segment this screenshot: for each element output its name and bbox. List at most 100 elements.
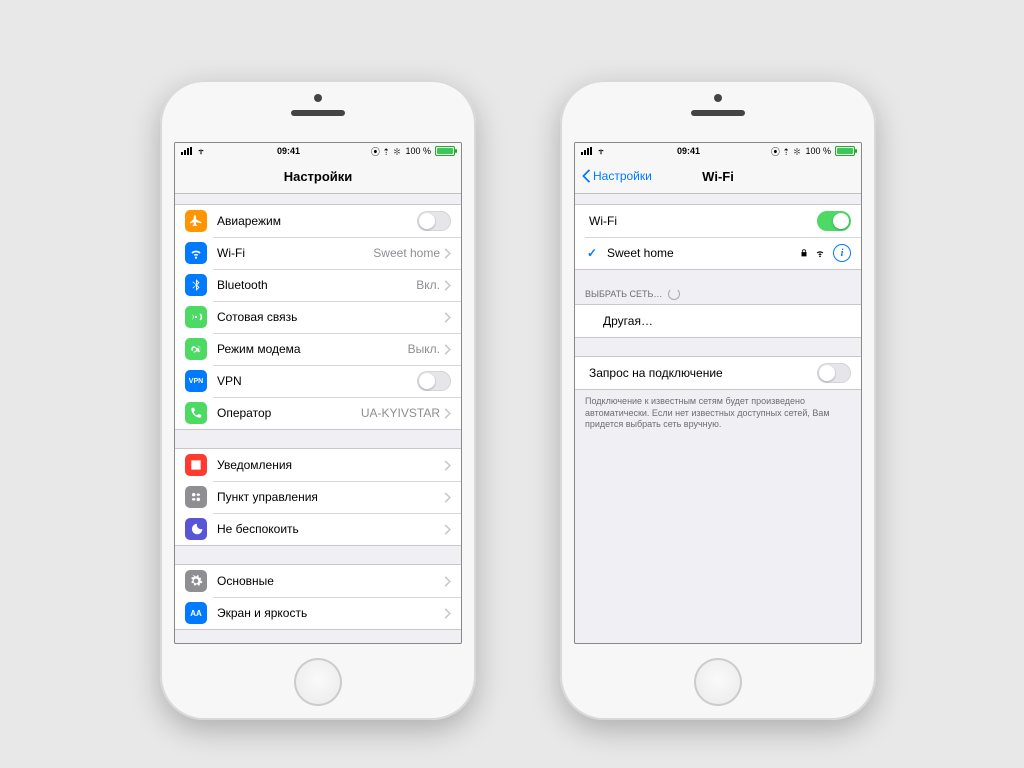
row-cellular[interactable]: Сотовая связь (175, 301, 461, 333)
airplane-icon (185, 210, 207, 232)
vpn-switch[interactable] (417, 371, 451, 391)
row-general[interactable]: Основные (175, 565, 461, 597)
page-title: Wi-Fi (702, 169, 734, 184)
cellular-icon (185, 306, 207, 328)
back-button[interactable]: Настройки (581, 169, 652, 183)
wifi-main-group: Wi-Fi ✓ Sweet home i (575, 204, 861, 270)
wifi-content: Wi-Fi ✓ Sweet home i ВЫБРАТЬ СЕТЬ… (575, 194, 861, 643)
navbar-settings: Настройки (175, 159, 461, 194)
row-value: Вкл. (416, 278, 440, 292)
settings-group-general: Основные AA Экран и яркость (175, 564, 461, 630)
home-button[interactable] (694, 658, 742, 706)
chevron-right-icon (444, 408, 451, 419)
chevron-right-icon (444, 248, 451, 259)
battery-text: 100 % (805, 146, 831, 156)
battery-icon (835, 146, 855, 156)
wifi-settings-icon (185, 242, 207, 264)
chevron-right-icon (444, 608, 451, 619)
iphone-device-right: 09:41 ⦿ ⇡ ✽ 100 % Настройки Wi-Fi Wi-Fi (560, 80, 876, 720)
chevron-right-icon (444, 492, 451, 503)
battery-icon (435, 146, 455, 156)
display-icon: AA (185, 602, 207, 624)
status-time: 09:41 (277, 146, 300, 156)
row-label: Режим модема (217, 342, 408, 356)
settings-group-notifications: Уведомления Пункт управления (175, 448, 461, 546)
info-button[interactable]: i (833, 244, 851, 262)
chevron-right-icon (444, 312, 451, 323)
chevron-right-icon (444, 344, 451, 355)
chevron-right-icon (444, 460, 451, 471)
dnd-moon-icon (185, 518, 207, 540)
row-airplane[interactable]: Авиарежим (175, 205, 461, 237)
vpn-icon: VPN (185, 370, 207, 392)
row-other-network[interactable]: Другая… (575, 305, 861, 337)
airplane-switch[interactable] (417, 211, 451, 231)
chevron-right-icon (444, 280, 451, 291)
status-indicators-icon: ⦿ ⇡ ✽ (371, 145, 402, 158)
row-ask-to-join[interactable]: Запрос на подключение (575, 357, 861, 389)
row-hotspot[interactable]: Режим модема Выкл. (175, 333, 461, 365)
row-value: Выкл. (408, 342, 440, 356)
row-wifi-toggle[interactable]: Wi-Fi (575, 205, 861, 237)
row-label: Уведомления (217, 458, 444, 472)
row-bluetooth[interactable]: Bluetooth Вкл. (175, 269, 461, 301)
settings-group-connectivity: Авиарежим Wi-Fi Sweet home (175, 204, 461, 430)
ask-to-join-footer: Подключение к известным сетям будет прои… (575, 390, 861, 437)
row-label: Экран и яркость (217, 606, 444, 620)
row-label: Пункт управления (217, 490, 444, 504)
page-title: Настройки (284, 169, 353, 184)
row-label: Bluetooth (217, 278, 416, 292)
lock-icon (799, 248, 809, 258)
ask-to-join-group: Запрос на подключение (575, 356, 861, 390)
row-label: Запрос на подключение (585, 366, 817, 380)
choose-network-group: Другая… (575, 304, 861, 338)
home-button[interactable] (294, 658, 342, 706)
signal-bars-icon (581, 147, 592, 155)
row-notifications[interactable]: Уведомления (175, 449, 461, 481)
status-bar: 09:41 ⦿ ⇡ ✽ 100 % (575, 143, 861, 159)
row-value: Sweet home (373, 246, 440, 260)
row-wifi[interactable]: Wi-Fi Sweet home (175, 237, 461, 269)
status-bar: 09:41 ⦿ ⇡ ✽ 100 % (175, 143, 461, 159)
iphone-device-left: 09:41 ⦿ ⇡ ✽ 100 % Настройки Авиарежим (160, 80, 476, 720)
screen-wifi: 09:41 ⦿ ⇡ ✽ 100 % Настройки Wi-Fi Wi-Fi (574, 142, 862, 644)
row-label: VPN (217, 374, 417, 388)
row-label: Оператор (217, 406, 361, 420)
spinner-icon (668, 288, 680, 300)
battery-text: 100 % (405, 146, 431, 156)
row-display[interactable]: AA Экран и яркость (175, 597, 461, 629)
settings-content: Авиарежим Wi-Fi Sweet home (175, 194, 461, 643)
hotspot-icon (185, 338, 207, 360)
status-time: 09:41 (677, 146, 700, 156)
gear-icon (185, 570, 207, 592)
wifi-strength-icon (815, 248, 825, 258)
row-controlcenter[interactable]: Пункт управления (175, 481, 461, 513)
navbar-wifi: Настройки Wi-Fi (575, 159, 861, 194)
chevron-right-icon (444, 576, 451, 587)
wifi-icon (196, 147, 206, 155)
row-connected-network[interactable]: ✓ Sweet home i (575, 237, 861, 269)
row-vpn[interactable]: VPN VPN (175, 365, 461, 397)
choose-network-header: ВЫБРАТЬ СЕТЬ… (575, 284, 861, 302)
row-label: Другая… (585, 314, 851, 328)
back-label: Настройки (593, 169, 652, 183)
notifications-icon (185, 454, 207, 476)
row-label: Сотовая связь (217, 310, 444, 324)
wifi-switch[interactable] (817, 211, 851, 231)
signal-bars-icon (181, 147, 192, 155)
row-value: UA-KYIVSTAR (361, 406, 440, 420)
chevron-left-icon (581, 169, 591, 183)
ask-to-join-switch[interactable] (817, 363, 851, 383)
row-label: Wi-Fi (585, 214, 817, 228)
row-label: Wi-Fi (217, 246, 373, 260)
row-label: Авиарежим (217, 214, 417, 228)
controlcenter-icon (185, 486, 207, 508)
wifi-icon (596, 147, 606, 155)
row-dnd[interactable]: Не беспокоить (175, 513, 461, 545)
row-carrier[interactable]: Оператор UA-KYIVSTAR (175, 397, 461, 429)
phone-icon (185, 402, 207, 424)
screen-settings: 09:41 ⦿ ⇡ ✽ 100 % Настройки Авиарежим (174, 142, 462, 644)
network-name: Sweet home (607, 246, 793, 260)
chevron-right-icon (444, 524, 451, 535)
bluetooth-icon (185, 274, 207, 296)
